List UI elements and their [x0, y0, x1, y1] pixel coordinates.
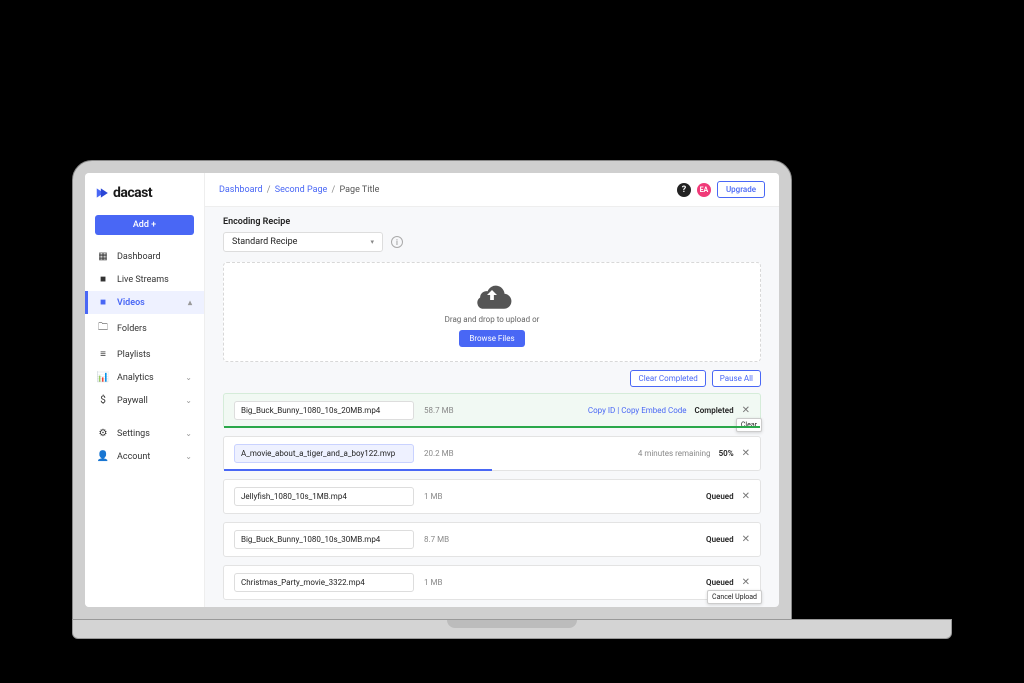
sidebar-item-folders[interactable]: 🗀 Folders	[85, 314, 204, 343]
list-icon: ≡	[97, 349, 109, 360]
sidebar-item-label: Paywall	[117, 396, 148, 406]
person-icon: 👤	[97, 451, 109, 462]
sidebar-item-label: Playlists	[117, 350, 151, 360]
select-value: Standard Recipe	[232, 237, 297, 247]
sidebar-item-playlists[interactable]: ≡ Playlists	[85, 343, 204, 366]
sidebar-item-label: Folders	[117, 324, 147, 334]
chevron-down-icon: ⌄	[185, 373, 192, 382]
time-remaining: 4 minutes remaining	[638, 449, 711, 458]
clear-completed-button[interactable]: Clear Completed	[630, 370, 705, 387]
status-label: Queued	[706, 492, 734, 501]
tooltip: Clear	[736, 418, 762, 432]
upload-row: Big_Buck_Bunny_1080_10s_20MB.mp4 58.7 MB…	[223, 393, 761, 428]
main: Dashboard / Second Page / Page Title ? E…	[205, 173, 779, 607]
close-icon[interactable]: ✕	[742, 534, 750, 545]
file-size: 1 MB	[424, 492, 484, 501]
close-icon[interactable]: ✕	[742, 405, 750, 416]
add-button[interactable]: Add +	[95, 215, 194, 235]
camera-icon: ■	[97, 274, 109, 285]
filename-input[interactable]: A_movie_about_a_tiger_and_a_boy122.mvp	[234, 444, 414, 463]
status-label: Queued	[706, 578, 734, 587]
breadcrumb: Dashboard / Second Page / Page Title	[219, 185, 379, 195]
dollar-icon: $	[97, 395, 109, 406]
file-size: 20.2 MB	[424, 449, 484, 458]
content: Encoding Recipe Standard Recipe ▾ i	[205, 207, 779, 607]
sidebar-item-label: Dashboard	[117, 252, 161, 262]
sidebar-item-livestreams[interactable]: ■ Live Streams	[85, 268, 204, 291]
chevron-up-icon: ▴	[188, 298, 192, 307]
logo: dacast	[85, 173, 204, 211]
filename-input[interactable]: Big_Buck_Bunny_1080_10s_30MB.mp4	[234, 530, 414, 549]
status-label: Queued	[706, 535, 734, 544]
sidebar-item-label: Settings	[117, 429, 150, 439]
upload-row: Christmas_Party_movie_3322.mp4 1 MB Queu…	[223, 565, 761, 600]
sidebar-item-videos[interactable]: ■ Videos ▴	[85, 291, 204, 314]
avatar[interactable]: EA	[697, 183, 711, 197]
sidebar-item-analytics[interactable]: 📊 Analytics ⌄	[85, 366, 204, 389]
filename-input[interactable]: Christmas_Party_movie_3322.mp4	[234, 573, 414, 592]
breadcrumb-link[interactable]: Second Page	[275, 185, 328, 195]
breadcrumb-current: Page Title	[340, 185, 380, 195]
info-icon[interactable]: i	[391, 236, 403, 248]
upgrade-button[interactable]: Upgrade	[717, 181, 765, 198]
close-icon[interactable]: ✕	[742, 491, 750, 502]
sidebar-item-settings[interactable]: ⚙ Settings ⌄	[85, 422, 204, 445]
sidebar-item-account[interactable]: 👤 Account ⌄	[85, 445, 204, 468]
sidebar-item-dashboard[interactable]: ▦ Dashboard	[85, 245, 204, 268]
grid-icon: ▦	[97, 251, 109, 262]
sidebar-item-label: Live Streams	[117, 275, 169, 285]
topbar: Dashboard / Second Page / Page Title ? E…	[205, 173, 779, 207]
chevron-down-icon: ⌄	[185, 429, 192, 438]
logo-icon	[95, 186, 109, 200]
logo-text: dacast	[113, 185, 152, 201]
tooltip: Cancel Upload	[707, 590, 762, 604]
pause-all-button[interactable]: Pause All	[712, 370, 761, 387]
filename-input[interactable]: Big_Buck_Bunny_1080_10s_20MB.mp4	[234, 401, 414, 420]
chevron-down-icon: ⌄	[185, 396, 192, 405]
chevron-down-icon: ▾	[370, 238, 374, 246]
file-size: 8.7 MB	[424, 535, 484, 544]
sidebar-item-label: Account	[117, 452, 150, 462]
sidebar-item-paywall[interactable]: $ Paywall ⌄	[85, 389, 204, 412]
dropzone-text: Drag and drop to upload or	[445, 315, 540, 324]
sidebar-item-label: Videos	[117, 298, 145, 308]
upload-dropzone[interactable]: Drag and drop to upload or Browse Files	[223, 262, 761, 362]
upload-row: A_movie_about_a_tiger_and_a_boy122.mvp 2…	[223, 436, 761, 471]
close-icon[interactable]: ✕	[742, 448, 750, 459]
close-icon[interactable]: ✕	[742, 577, 750, 588]
camera-icon: ■	[97, 297, 109, 308]
upload-row: Jellyfish_1080_10s_1MB.mp4 1 MB Queued ✕	[223, 479, 761, 514]
sidebar-item-label: Analytics	[117, 373, 154, 383]
chevron-down-icon: ⌄	[185, 452, 192, 461]
file-size: 58.7 MB	[424, 406, 484, 415]
cloud-upload-icon	[472, 281, 512, 309]
folder-icon: 🗀	[97, 320, 109, 337]
encoding-recipe-select[interactable]: Standard Recipe ▾	[223, 232, 383, 252]
status-label: Completed	[695, 406, 734, 415]
breadcrumb-link[interactable]: Dashboard	[219, 185, 263, 195]
bars-icon: 📊	[97, 372, 109, 383]
upload-row: Big_Buck_Bunny_1080_10s_30MB.mp4 8.7 MB …	[223, 522, 761, 557]
sidebar: dacast Add + ▦ Dashboard ■ Live Streams …	[85, 173, 205, 607]
file-size: 1 MB	[424, 578, 484, 587]
filename-input[interactable]: Jellyfish_1080_10s_1MB.mp4	[234, 487, 414, 506]
encoding-label: Encoding Recipe	[223, 217, 761, 227]
percent-label: 50%	[719, 449, 734, 458]
help-icon[interactable]: ?	[677, 183, 691, 197]
copy-links[interactable]: Copy ID | Copy Embed Code	[588, 406, 687, 415]
gear-icon: ⚙	[97, 428, 109, 439]
browse-files-button[interactable]: Browse Files	[459, 330, 524, 347]
